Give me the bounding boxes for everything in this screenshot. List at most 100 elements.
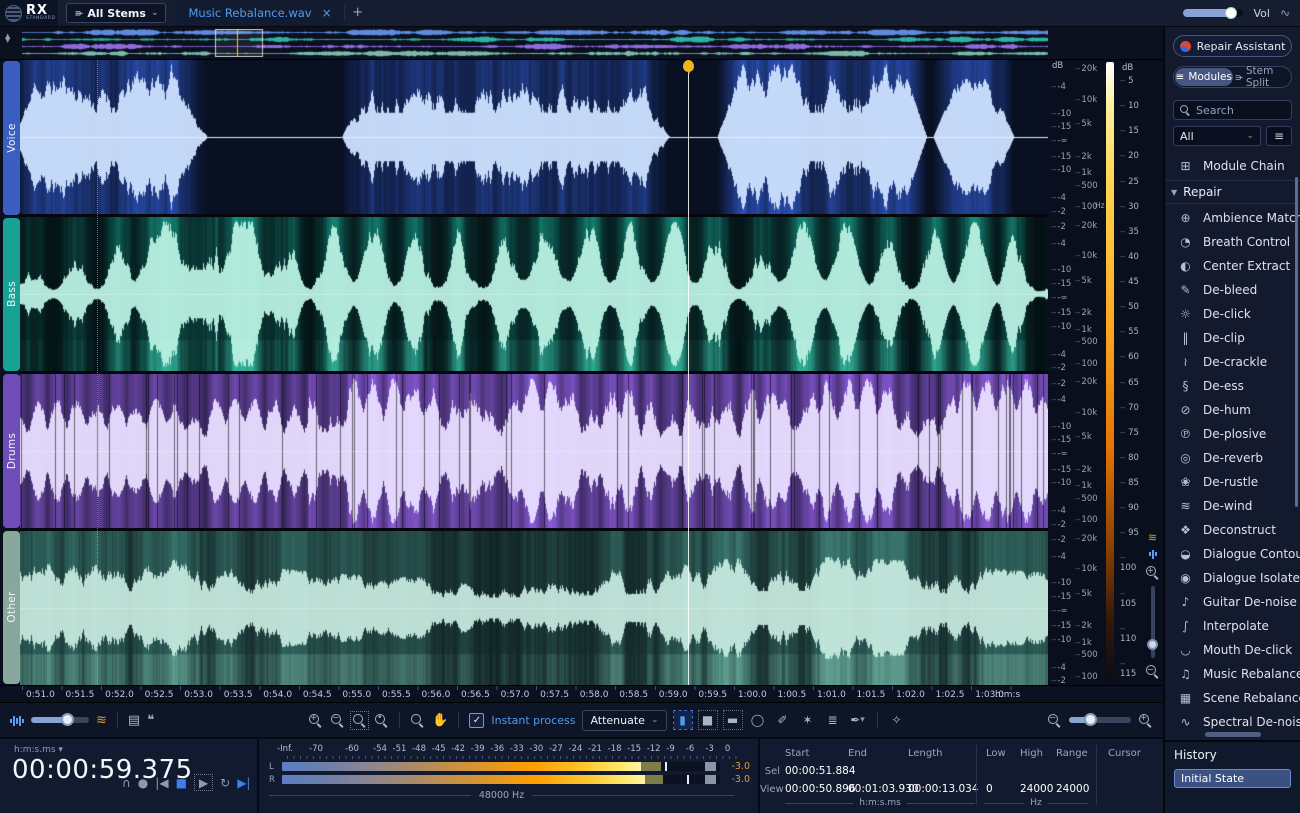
spectrogram-lane-voice[interactable] — [20, 60, 1048, 214]
adjust-selection-tool[interactable]: ≣ — [824, 711, 842, 729]
frequency-selection-tool[interactable]: ▬ — [724, 711, 742, 729]
zoom-reset-icon[interactable]: • — [374, 713, 389, 728]
module-item-de-rustle[interactable]: ❀De-rustle — [1165, 470, 1300, 494]
module-item-de-ess[interactable]: §De-ess — [1165, 374, 1300, 398]
module-item-ambience-match[interactable]: ⊕Ambience Match — [1165, 206, 1300, 230]
module-item-dialogue-contour[interactable]: ◒Dialogue Contour — [1165, 542, 1300, 566]
wave-spectrogram-blend-slider[interactable] — [31, 717, 89, 723]
view-low-value[interactable]: 0 — [978, 783, 1020, 795]
module-item-dialogue-isolate[interactable]: ◉Dialogue Isolate — [1165, 566, 1300, 590]
spectrogram-lane-bass[interactable] — [20, 217, 1048, 371]
module-item-mouth-de-click[interactable]: ◡Mouth De-click — [1165, 638, 1300, 662]
h-zoom-slider[interactable] — [1069, 717, 1131, 723]
magnify-tool-icon[interactable] — [410, 713, 425, 728]
stem-tab-voice[interactable]: Voice — [3, 61, 20, 215]
module-search-field[interactable]: Search — [1173, 100, 1292, 120]
module-item-de-bleed[interactable]: ✎De-bleed — [1165, 278, 1300, 302]
clipboard-icon[interactable]: ▤ — [128, 714, 140, 727]
vertical-zoom-in-icon[interactable]: + — [1145, 565, 1160, 580]
tab-modules[interactable]: ≡ Modules — [1175, 68, 1233, 86]
module-item-de-reverb[interactable]: ◎De-reverb — [1165, 446, 1300, 470]
module-item-scene-rebalance[interactable]: ▦Scene Rebalance — [1165, 686, 1300, 710]
module-item-de-hum[interactable]: ⊘De-hum — [1165, 398, 1300, 422]
play-selection-button[interactable]: ▶| — [237, 776, 250, 790]
right-peak-readout[interactable]: -3.0 — [725, 774, 750, 785]
instant-process-label[interactable]: Instant process — [491, 714, 575, 727]
module-item-de-wind[interactable]: ≋De-wind — [1165, 494, 1300, 518]
module-item-de-crackle[interactable]: ≀De-crackle — [1165, 350, 1300, 374]
history-item-selected[interactable]: Initial State — [1174, 769, 1291, 788]
module-item-de-clip[interactable]: ‖De-clip — [1165, 326, 1300, 350]
stop-button[interactable]: ■ — [176, 776, 187, 790]
h-zoom-out-icon[interactable]: − — [1047, 713, 1062, 728]
time-format-dropdown-icon[interactable]: ▾ — [58, 745, 63, 755]
module-filter-dropdown[interactable]: All ⌄ — [1173, 126, 1261, 146]
module-item-module-chain[interactable]: ⊞ Module Chain — [1165, 154, 1300, 178]
sidebar-vertical-scrollbar[interactable] — [1295, 177, 1298, 507]
instant-process-checkbox[interactable]: ✓ — [469, 713, 484, 728]
view-start-value[interactable]: 00:00:50.896 — [785, 783, 848, 795]
module-item-de-click[interactable]: ☼De-click — [1165, 302, 1300, 326]
signal-generator-icon[interactable]: ∿ — [1278, 5, 1291, 21]
volume-slider-knob[interactable] — [1225, 7, 1237, 19]
module-list-options-button[interactable]: ≡ — [1266, 126, 1292, 146]
magic-wand-tool[interactable]: ✶ — [799, 711, 817, 729]
brush-selection-tool[interactable]: ✐ — [774, 711, 792, 729]
time-selection-tool[interactable]: ▮ — [674, 711, 692, 729]
tab-close-icon[interactable]: × — [322, 6, 332, 20]
module-item-breath-control[interactable]: ◔Breath Control — [1165, 230, 1300, 254]
sidebar-horizontal-scrollbar[interactable] — [1205, 732, 1261, 737]
module-item-guitar-de-noise[interactable]: ♪Guitar De-noise — [1165, 590, 1300, 614]
module-item-center-extract[interactable]: ◐Center Extract — [1165, 254, 1300, 278]
waveform-display-icon[interactable] — [10, 716, 24, 726]
spectrogram-lane-drums[interactable] — [20, 374, 1048, 528]
module-item-de-plosive[interactable]: ℗De-plosive — [1165, 422, 1300, 446]
stem-selector-dropdown[interactable]: ⋔ All Stems ⌄ — [66, 3, 166, 23]
stem-tab-other[interactable]: Other — [3, 531, 20, 685]
vertical-zoom-slider[interactable] — [1151, 586, 1155, 658]
monitor-icon[interactable]: ∩ — [122, 776, 131, 790]
overview-navigator[interactable]: ▲▼ — [0, 27, 1163, 60]
feather-tool[interactable]: ✒▾ — [849, 711, 867, 729]
module-item-deconstruct[interactable]: ❖Deconstruct — [1165, 518, 1300, 542]
view-length-value[interactable]: 00:00:13.034 — [908, 783, 978, 795]
view-range-value[interactable]: 24000 — [1056, 783, 1098, 795]
hand-tool-icon[interactable]: ✋ — [432, 714, 448, 727]
overview-collapse-icon[interactable]: ▲▼ — [5, 34, 10, 42]
sel-start-value[interactable]: 00:00:51.884 — [785, 765, 848, 777]
module-item-spectral-de-noise[interactable]: ∿Spectral De-noise — [1165, 710, 1300, 729]
view-high-value[interactable]: 24000 — [1020, 783, 1056, 795]
loop-button[interactable]: ↻ — [220, 776, 230, 790]
comment-icon[interactable]: ❝ — [147, 714, 154, 727]
bezier-tool-icon[interactable]: ✧ — [888, 711, 906, 729]
play-button[interactable]: ▶ — [194, 774, 213, 791]
spectrogram-view-icon[interactable]: ≋ — [1148, 534, 1157, 543]
time-frequency-selection-tool[interactable]: ■ — [699, 711, 717, 729]
process-mode-dropdown[interactable]: Attenuate ⌄ — [582, 710, 666, 731]
tab-stem-split[interactable]: ⋔ Stem Split — [1234, 65, 1292, 89]
overview-waveform[interactable] — [22, 29, 1048, 57]
stem-tab-drums[interactable]: Drums — [3, 374, 20, 528]
waveform-view-icon[interactable] — [1149, 549, 1157, 559]
module-item-music-rebalance[interactable]: ♫Music Rebalance — [1165, 662, 1300, 686]
time-ruler[interactable]: 0:51.00:51.50:52.00:52.50:53.00:53.50:54… — [0, 685, 1163, 702]
volume-slider[interactable] — [1183, 9, 1243, 17]
skip-to-start-button[interactable]: |◀ — [155, 776, 168, 790]
spectrogram-color-scale[interactable] — [1104, 60, 1116, 685]
view-end-value[interactable]: 00:01:03.930 — [848, 783, 908, 795]
record-button[interactable]: ● — [138, 776, 148, 790]
left-peak-readout[interactable]: -3.0 — [725, 761, 750, 772]
spectrogram-display-icon[interactable]: ≋ — [96, 714, 107, 727]
repair-assistant-button[interactable]: Repair Assistant — [1173, 35, 1292, 57]
h-zoom-in-icon[interactable]: + — [1138, 713, 1153, 728]
lasso-selection-tool[interactable]: ◯ — [749, 711, 767, 729]
zoom-in-icon[interactable]: + — [308, 713, 323, 728]
module-item-interpolate[interactable]: ∫Interpolate — [1165, 614, 1300, 638]
file-tab[interactable]: Music Rebalance.wav × — [176, 0, 343, 26]
new-tab-button[interactable]: + — [344, 5, 371, 21]
zoom-out-icon[interactable]: − — [330, 713, 345, 728]
repair-section-header[interactable]: ▼ Repair — [1165, 180, 1300, 204]
spectrogram-lane-other[interactable] — [20, 531, 1048, 685]
stem-tab-bass[interactable]: Bass — [3, 218, 20, 372]
vertical-zoom-out-icon[interactable]: − — [1145, 664, 1160, 679]
